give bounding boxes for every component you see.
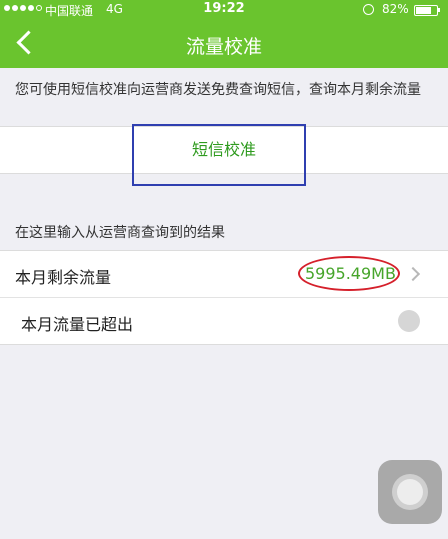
remaining-data-label: 本月剩余流量 (15, 268, 112, 287)
assistive-touch-button[interactable] (378, 460, 442, 524)
page-title: 流量校准 (185, 36, 262, 58)
exceeded-row[interactable]: 本月流量已超出 (0, 297, 448, 345)
status-bar: 中国联通 4G 19:22 82% (0, 0, 448, 20)
chevron-right-icon (405, 266, 421, 282)
assistive-touch-icon (397, 479, 423, 505)
highlight-box (132, 124, 306, 186)
exceeded-toggle[interactable] (398, 310, 420, 332)
battery-percent: 82% (382, 2, 409, 16)
rotation-lock-icon (363, 4, 374, 15)
battery-tip (438, 8, 440, 12)
exceeded-label: 本月流量已超出 (21, 315, 134, 334)
clock: 19:22 (203, 1, 245, 16)
highlight-ellipse (298, 256, 400, 291)
section-header: 在这里输入从运营商查询到的结果 (15, 225, 225, 241)
description-text: 您可使用短信校准向运营商发送免费查询短信，查询本月剩余流量 (15, 82, 421, 98)
battery-icon (414, 5, 438, 16)
